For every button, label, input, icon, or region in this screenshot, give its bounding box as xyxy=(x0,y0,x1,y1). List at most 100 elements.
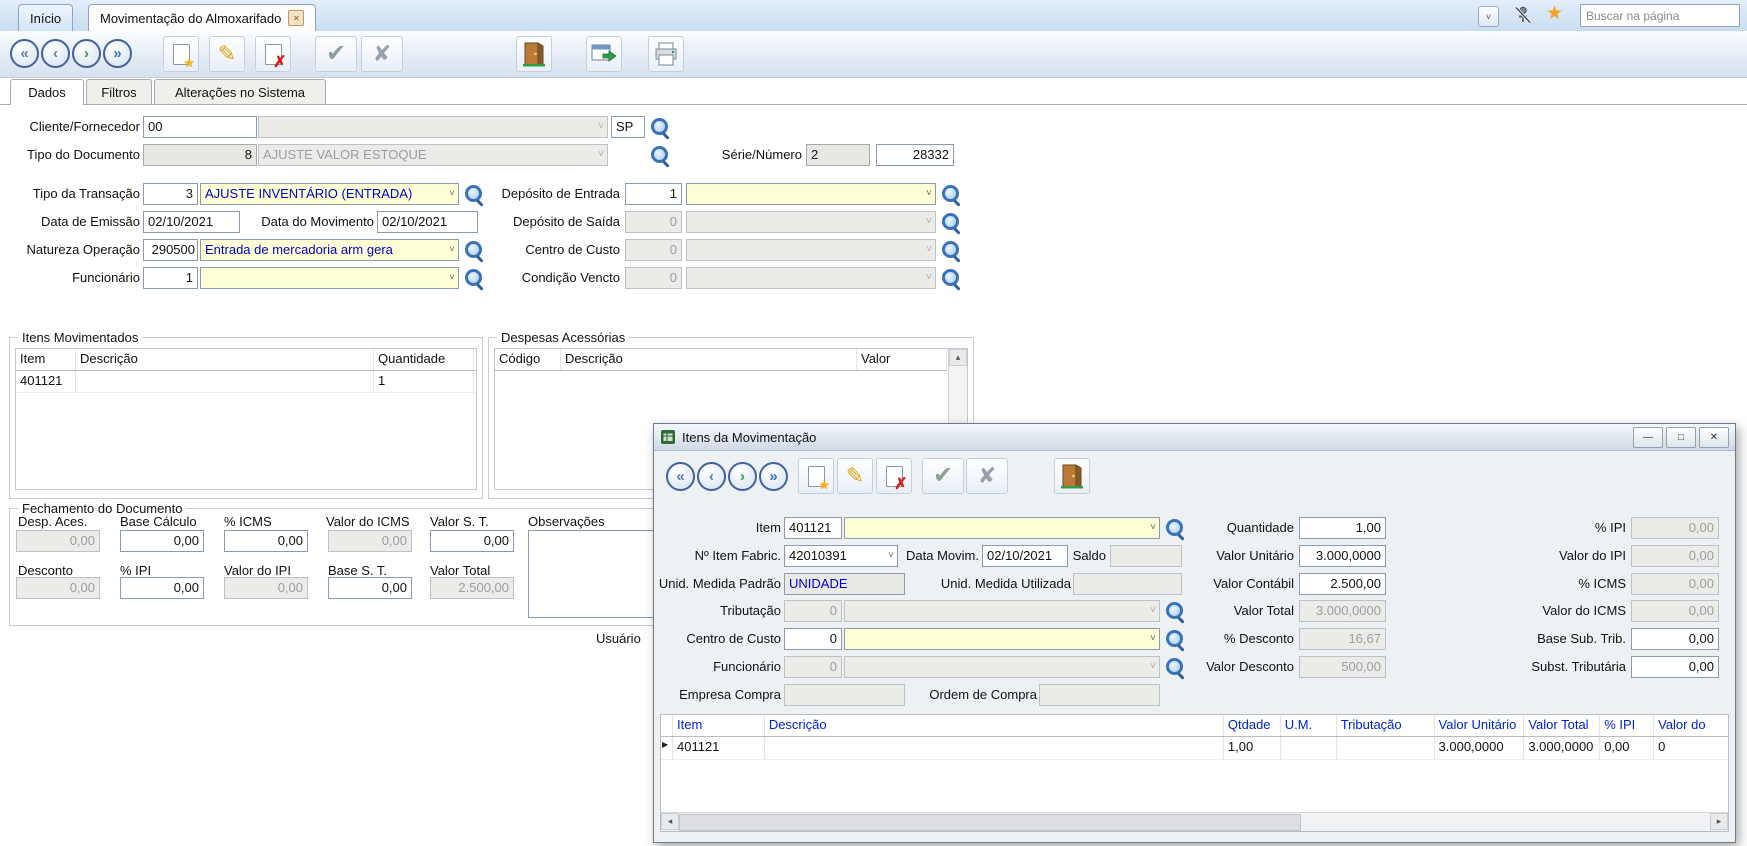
search-lookup-icon[interactable] xyxy=(941,212,962,233)
nav-next-button[interactable]: › xyxy=(72,39,101,68)
valor-contabil-input[interactable]: 2.500,00 xyxy=(1299,573,1386,595)
chevron-down-icon[interactable]: ˅ xyxy=(888,551,894,561)
tab-inicio[interactable]: Início xyxy=(18,4,73,31)
search-lookup-icon[interactable] xyxy=(941,184,962,205)
centro-custo-select[interactable]: ˅ xyxy=(844,628,1160,650)
condicao-vencto-select[interactable]: ˅ xyxy=(686,267,936,289)
cell-item[interactable]: 401121 xyxy=(16,371,76,392)
minimize-button[interactable]: — xyxy=(1633,427,1663,448)
valor-total-input[interactable]: 2.500,00 xyxy=(430,577,514,599)
chevron-down-icon[interactable]: ˅ xyxy=(449,245,455,255)
close-button[interactable]: ✕ xyxy=(1699,427,1729,448)
cell-item[interactable]: 401121 xyxy=(673,737,765,759)
new-record-button[interactable]: ★ xyxy=(163,36,199,72)
chevron-down-icon[interactable]: ˅ xyxy=(926,273,932,283)
perc-ipi-input[interactable]: 0,00 xyxy=(1631,517,1719,539)
tipo-documento-select[interactable]: AJUSTE VALOR ESTOQUE ˅ xyxy=(258,144,608,166)
search-lookup-icon[interactable] xyxy=(1165,518,1186,539)
unid-medida-padrao-input[interactable]: UNIDADE xyxy=(784,573,905,595)
modal-nav-last-button[interactable]: » xyxy=(759,462,788,491)
modal-nav-first-button[interactable]: « xyxy=(666,462,695,491)
valor-icms-input[interactable]: 0,00 xyxy=(1631,600,1719,622)
chevron-down-icon[interactable]: ˅ xyxy=(449,273,455,283)
funcionario-code-input[interactable]: 1 xyxy=(143,267,198,289)
deposito-saida-select[interactable]: ˅ xyxy=(686,211,936,233)
tab-dados[interactable]: Dados xyxy=(10,79,84,105)
valor-total-input[interactable]: 3.000,0000 xyxy=(1299,600,1386,622)
tributacao-code-input[interactable]: 0 xyxy=(784,600,842,622)
chevron-down-icon[interactable]: ˅ xyxy=(926,189,932,199)
toolbar-options-dropdown[interactable]: ˅ xyxy=(1478,6,1499,27)
centro-custo-code-input[interactable]: 0 xyxy=(784,628,842,650)
search-lookup-icon[interactable] xyxy=(1165,657,1186,678)
cell-tributacao[interactable] xyxy=(1337,737,1435,759)
item-fabric-select[interactable]: 42010391 ˅ xyxy=(784,545,898,567)
cell-valor-total[interactable]: 3.000,0000 xyxy=(1524,737,1600,759)
valor-ipi-input[interactable]: 0,00 xyxy=(1631,545,1719,567)
chevron-down-icon[interactable]: ˅ xyxy=(926,245,932,255)
nav-previous-button[interactable]: ‹ xyxy=(41,39,70,68)
scroll-up-icon[interactable]: ▴ xyxy=(949,349,967,366)
open-form-button[interactable] xyxy=(586,36,622,72)
dialog-title-bar[interactable]: Itens da Movimentação — □ ✕ xyxy=(654,424,1735,451)
tab-movimentacao-almoxarifado[interactable]: Movimentação do Almoxarifado ✕ xyxy=(88,4,316,31)
horizontal-scrollbar[interactable]: ◂ ▸ xyxy=(661,812,1728,831)
cell-um[interactable] xyxy=(1281,737,1337,759)
tipo-transacao-select[interactable]: AJUSTE INVENTÁRIO (ENTRADA) ˅ xyxy=(200,183,459,205)
tributacao-select[interactable]: ˅ xyxy=(844,600,1160,622)
close-tab-icon[interactable]: ✕ xyxy=(288,10,304,26)
chevron-down-icon[interactable]: ˅ xyxy=(598,150,604,160)
empresa-compra-input[interactable] xyxy=(784,684,905,706)
search-lookup-icon[interactable] xyxy=(464,240,485,261)
search-lookup-icon[interactable] xyxy=(650,145,671,166)
maximize-button[interactable]: □ xyxy=(1666,427,1696,448)
numero-input[interactable]: 28332 xyxy=(876,144,954,166)
search-lookup-icon[interactable] xyxy=(464,184,485,205)
search-lookup-icon[interactable] xyxy=(650,117,671,138)
deposito-entrada-select[interactable]: ˅ xyxy=(686,183,936,205)
table-row[interactable]: 401121 1 xyxy=(16,371,476,393)
tab-alteracoes-no-sistema[interactable]: Alterações no Sistema xyxy=(154,79,326,104)
condicao-vencto-code-input[interactable]: 0 xyxy=(625,267,682,289)
chevron-down-icon[interactable]: ˅ xyxy=(926,217,932,227)
item-select[interactable]: ˅ xyxy=(844,517,1160,539)
chevron-down-icon[interactable]: ˅ xyxy=(1150,662,1156,672)
base-st-input[interactable]: 0,00 xyxy=(328,577,412,599)
cell-descricao[interactable] xyxy=(765,737,1224,759)
cell-quantidade[interactable]: 1 xyxy=(374,371,474,392)
cell-valor-do[interactable]: 0 xyxy=(1654,737,1728,759)
centro-custo-code-input[interactable]: 0 xyxy=(625,239,682,261)
cliente-fornecedor-code-input[interactable]: 00 xyxy=(143,116,257,138)
modal-cancel-button[interactable]: ✘ xyxy=(966,458,1008,494)
natureza-operacao-select[interactable]: Entrada de mercadoria arm gera ˅ xyxy=(200,239,459,261)
search-lookup-icon[interactable] xyxy=(941,268,962,289)
base-calculo-input[interactable]: 0,00 xyxy=(120,530,204,552)
unid-medida-utilizada-input[interactable] xyxy=(1073,573,1182,595)
search-lookup-icon[interactable] xyxy=(941,240,962,261)
valor-unitario-input[interactable]: 3.000,0000 xyxy=(1299,545,1386,567)
modal-nav-next-button[interactable]: › xyxy=(728,462,757,491)
funcionario-code-input[interactable]: 0 xyxy=(784,656,842,678)
cancel-button[interactable]: ✘ xyxy=(361,36,403,72)
confirm-button[interactable]: ✔ xyxy=(315,36,357,72)
modal-confirm-button[interactable]: ✔ xyxy=(922,458,964,494)
desconto-input[interactable]: 0,00 xyxy=(16,577,100,599)
chevron-down-icon[interactable]: ˅ xyxy=(598,122,604,132)
cell-perc-ipi[interactable]: 0,00 xyxy=(1600,737,1654,759)
tipo-documento-code-input[interactable]: 8 xyxy=(143,144,257,166)
cell-descricao[interactable] xyxy=(76,371,374,392)
chevron-down-icon[interactable]: ˅ xyxy=(449,189,455,199)
nav-first-button[interactable]: « xyxy=(10,39,39,68)
tipo-transacao-code-input[interactable]: 3 xyxy=(143,183,198,205)
nav-last-button[interactable]: » xyxy=(103,39,132,68)
deposito-saida-code-input[interactable]: 0 xyxy=(625,211,682,233)
modal-new-record-button[interactable]: ★ xyxy=(798,458,834,494)
data-emissao-input[interactable]: 02/10/2021 xyxy=(143,211,240,233)
delete-record-button[interactable]: ✗ xyxy=(255,36,291,72)
tab-filtros[interactable]: Filtros xyxy=(86,79,152,104)
search-lookup-icon[interactable] xyxy=(1165,601,1186,622)
modal-nav-previous-button[interactable]: ‹ xyxy=(697,462,726,491)
data-movimento-input[interactable]: 02/10/2021 xyxy=(377,211,478,233)
cliente-fornecedor-uf[interactable]: SP xyxy=(611,116,645,138)
valor-icms-input[interactable]: 0,00 xyxy=(328,530,412,552)
